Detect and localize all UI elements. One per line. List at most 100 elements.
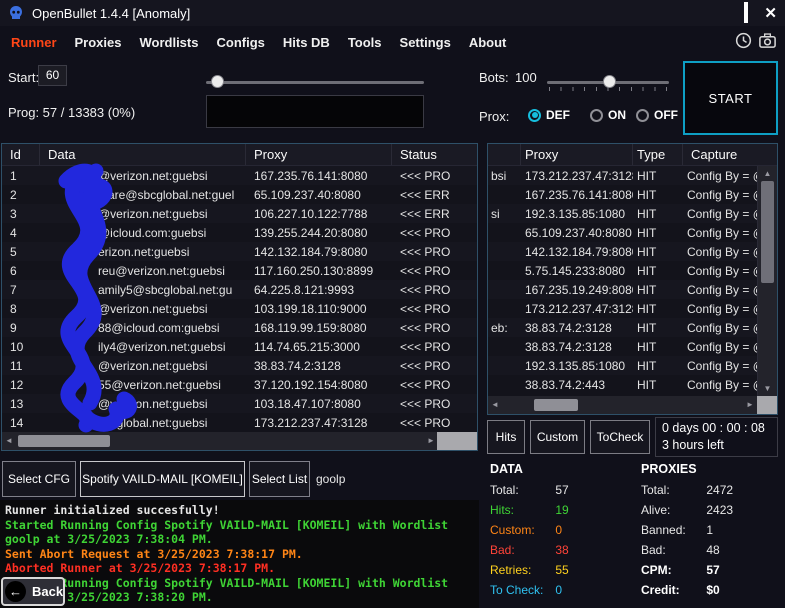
table-row[interactable]: 14 sbcglobal.net:guebsi 173.212.237.47:3… (2, 413, 477, 432)
hits-horizontal-scrollbar[interactable]: ◄ ► (488, 396, 757, 414)
table-row[interactable]: 5 erizon.net:guebsi 142.132.184.79:8080 … (2, 242, 477, 261)
radio-circle-on[interactable] (590, 109, 603, 122)
column-header-spacer (488, 144, 521, 165)
results-hscroll-thumb[interactable] (18, 435, 110, 447)
table-row[interactable]: 3 @verizon.net:guebsi 106.227.10.122:778… (2, 204, 477, 223)
column-header-type[interactable]: Type (633, 144, 683, 165)
scroll-left-icon[interactable]: ◄ (2, 432, 16, 450)
scroll-up-icon[interactable]: ▲ (758, 167, 777, 180)
prox-radio-def[interactable]: DEF (528, 108, 570, 122)
selected-config-button[interactable]: Spotify VAILD-MAIL [KOMEIL] (80, 461, 245, 497)
cell-capture: Config By = @ (683, 264, 757, 278)
table-row[interactable]: si 192.3.135.85:1080 HIT Config By = @ (488, 204, 757, 223)
start-slider[interactable] (206, 73, 424, 91)
menu-item-settings[interactable]: Settings (391, 35, 460, 50)
select-wordlist-button[interactable]: Select List (249, 461, 310, 497)
column-header-capture[interactable]: Capture (683, 144, 777, 165)
table-row[interactable]: 65.109.237.40:8080 HIT Config By = @ (488, 223, 757, 242)
table-row[interactable]: 1 @verizon.net:guebsi 167.235.76.141:808… (2, 166, 477, 185)
hits-vertical-scrollbar[interactable]: ▲ ▼ (757, 166, 777, 396)
cell-data: 55@verizon.net:guebsi (40, 378, 246, 392)
maximize-button[interactable] (744, 4, 748, 22)
table-row[interactable]: 7 amily5@sbcglobal.net:gu 64.225.8.121:9… (2, 280, 477, 299)
table-row[interactable]: bsi 173.212.237.47:3128 HIT Config By = … (488, 166, 757, 185)
start-value-box[interactable]: 60 (38, 65, 67, 86)
stat-label: Credit: (641, 583, 701, 597)
prox-radio-off[interactable]: OFF (636, 108, 678, 122)
start-button[interactable]: START (683, 61, 778, 135)
log-line: Runner initialized succesfully! (5, 503, 474, 518)
column-header-status[interactable]: Status (392, 144, 477, 165)
hits-vscroll-thumb[interactable] (761, 181, 774, 283)
table-row[interactable]: 13 @verizon.net:guebsi 103.18.47.107:808… (2, 394, 477, 413)
back-button[interactable]: ← Back (1, 577, 65, 606)
table-row[interactable]: 8 @verizon.net:guebsi 103.199.18.110:900… (2, 299, 477, 318)
log-line: Aborted Runner at 3/25/2023 7:38:17 PM. (5, 561, 474, 576)
column-header-proxy[interactable]: Proxy (246, 144, 392, 165)
cell-type: HIT (633, 359, 683, 373)
column-header-id[interactable]: Id (2, 144, 40, 165)
table-row[interactable]: 11 @verizon.net:guebsi 38.83.74.2:3128 <… (2, 356, 477, 375)
menu-item-about[interactable]: About (460, 35, 516, 50)
stat-label: Custom: (490, 523, 550, 537)
table-row[interactable]: 167.235.19.249:8080 HIT Config By = @ (488, 280, 757, 299)
table-row[interactable]: 2 mare@sbcglobal.net:guel 65.109.237.40:… (2, 185, 477, 204)
table-row[interactable]: 173.212.237.47:3128 HIT Config By = @ (488, 299, 757, 318)
prox-radio-on[interactable]: ON (590, 108, 626, 122)
radio-circle-def[interactable] (528, 109, 541, 122)
table-row[interactable]: 167.235.76.141:8080 HIT Config By = @ (488, 185, 757, 204)
scroll-right-icon[interactable]: ► (743, 396, 757, 414)
menu-item-hitsdb[interactable]: Hits DB (274, 35, 339, 50)
hits-hscroll-thumb[interactable] (534, 399, 578, 411)
menu-item-configs[interactable]: Configs (207, 35, 273, 50)
cell-data: amily5@sbcglobal.net:gu (40, 283, 246, 297)
table-row[interactable]: 38.83.74.2:443 HIT Config By = @ (488, 375, 757, 394)
table-row[interactable]: 9 88@icloud.com:guebsi 168.119.99.159:80… (2, 318, 477, 337)
column-header-hits-proxy[interactable]: Proxy (521, 144, 633, 165)
scroll-down-icon[interactable]: ▼ (758, 382, 777, 395)
table-row[interactable]: 142.132.184.79:8080 HIT Config By = @ (488, 242, 757, 261)
scroll-left-icon[interactable]: ◄ (488, 396, 502, 414)
elapsed-timer: 0 days 00 : 00 : 08 (662, 421, 771, 435)
cell-type: HIT (633, 188, 683, 202)
camera-icon[interactable] (758, 31, 777, 50)
cell-data: @verizon.net:guebsi (40, 397, 246, 411)
menu-item-wordlists[interactable]: Wordlists (130, 35, 207, 50)
radio-circle-off[interactable] (636, 109, 649, 122)
table-row[interactable]: 4 @icloud.com:guebsi 139.255.244.20:8080… (2, 223, 477, 242)
bots-slider[interactable] (547, 73, 669, 91)
clock-history-icon[interactable] (734, 31, 753, 50)
tab-tocheck[interactable]: ToCheck (590, 420, 650, 454)
cell-data: mare@sbcglobal.net:guel (40, 188, 246, 202)
cell-capture: Config By = @ (683, 226, 757, 240)
column-header-data[interactable]: Data (40, 144, 246, 165)
tab-hits[interactable]: Hits (487, 420, 525, 454)
scroll-right-icon[interactable]: ► (424, 432, 438, 450)
cell-status: <<< PRO (392, 359, 477, 373)
stat-row: Total: 57 (490, 483, 635, 503)
cell-id: 4 (2, 226, 40, 240)
cell-proxy: 167.235.19.249:8080 (521, 283, 633, 297)
table-row[interactable]: 12 55@verizon.net:guebsi 37.120.192.154:… (2, 375, 477, 394)
table-row[interactable]: eb: 38.83.74.2:3128 HIT Config By = @ (488, 318, 757, 337)
cell-status: <<< PRO (392, 245, 477, 259)
start-slider-thumb[interactable] (211, 75, 224, 88)
bots-slider-thumb[interactable] (603, 75, 616, 88)
close-button[interactable]: ✕ (764, 6, 777, 21)
table-row[interactable]: 5.75.145.233:8080 HIT Config By = @ (488, 261, 757, 280)
table-row[interactable]: 38.83.74.2:3128 HIT Config By = @ (488, 337, 757, 356)
cell-data: @verizon.net:guebsi (40, 207, 246, 221)
cell-proxy: 117.160.250.130:8899 (246, 264, 392, 278)
cell-status: <<< ERR (392, 188, 477, 202)
table-row[interactable]: 10 ily4@verizon.net:guebsi 114.74.65.215… (2, 337, 477, 356)
tab-custom[interactable]: Custom (530, 420, 585, 454)
menu-item-runner[interactable]: Runner (2, 35, 66, 50)
menu-item-proxies[interactable]: Proxies (66, 35, 131, 50)
results-horizontal-scrollbar[interactable]: ◄ ► (2, 432, 438, 450)
table-row[interactable]: 192.3.135.85:1080 HIT Config By = @ (488, 356, 757, 375)
menu-item-tools[interactable]: Tools (339, 35, 391, 50)
cell-id: 10 (2, 340, 40, 354)
table-row[interactable]: 6 reu@verizon.net:guebsi 117.160.250.130… (2, 261, 477, 280)
select-config-button[interactable]: Select CFG (2, 461, 76, 497)
cell-type: HIT (633, 302, 683, 316)
